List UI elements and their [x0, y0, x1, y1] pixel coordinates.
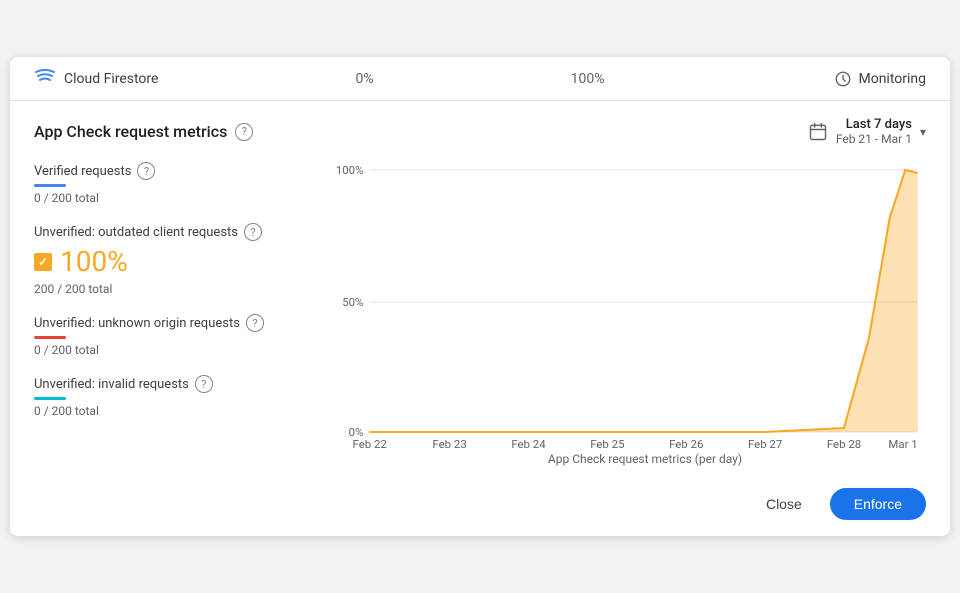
- chart-x-label: App Check request metrics (per day): [324, 448, 926, 468]
- legend-item-title-invalid: Unverified: invalid requests ?: [34, 375, 324, 393]
- date-range-sub: Feb 21 - Mar 1: [836, 132, 912, 146]
- monitoring-label: Monitoring: [858, 71, 926, 87]
- unknown-help-icon[interactable]: ?: [246, 314, 264, 332]
- legend-item-title-verified: Verified requests ?: [34, 162, 324, 180]
- legend-label-invalid: Unverified: invalid requests: [34, 377, 189, 392]
- legend-count-outdated: 200 / 200 total: [34, 282, 324, 296]
- firestore-icon: [34, 67, 56, 90]
- svg-text:50%: 50%: [342, 296, 363, 309]
- legend-line-invalid: [34, 397, 66, 400]
- legend-label-verified: Verified requests: [34, 164, 131, 179]
- monitoring-link[interactable]: Monitoring: [703, 70, 926, 88]
- metrics-help-icon[interactable]: ?: [235, 123, 253, 141]
- outdated-help-icon[interactable]: ?: [244, 223, 262, 241]
- metrics-title-row: App Check request metrics ?: [34, 122, 253, 141]
- chevron-down-icon: ▾: [920, 125, 926, 139]
- svg-text:Mar 1: Mar 1: [888, 438, 917, 448]
- svg-text:0%: 0%: [349, 426, 364, 439]
- legend-count-unknown: 0 / 200 total: [34, 343, 324, 357]
- outdated-pct: 100%: [60, 245, 128, 278]
- svg-text:100%: 100%: [336, 164, 364, 177]
- main-content: App Check request metrics ? Last 7 days …: [10, 101, 950, 476]
- svg-text:Feb 23: Feb 23: [432, 438, 466, 448]
- calendar-icon: [808, 122, 828, 142]
- pct-range: 0% 100%: [257, 71, 703, 87]
- metrics-header: App Check request metrics ? Last 7 days …: [34, 117, 926, 146]
- footer: Close Enforce: [10, 476, 950, 536]
- legend-label-outdated: Unverified: outdated client requests: [34, 225, 238, 240]
- pct-0: 0%: [356, 71, 374, 87]
- clock-icon: [834, 70, 852, 88]
- legend-item-invalid: Unverified: invalid requests ? 0 / 200 t…: [34, 375, 324, 418]
- date-range-text: Last 7 days Feb 21 - Mar 1: [836, 117, 912, 146]
- legend-label-unknown: Unverified: unknown origin requests: [34, 316, 240, 331]
- svg-text:Feb 26: Feb 26: [669, 438, 703, 448]
- legend-pct-row: 100%: [34, 245, 324, 278]
- legend-count-invalid: 0 / 200 total: [34, 404, 324, 418]
- svg-text:Feb 25: Feb 25: [590, 438, 624, 448]
- legend-item-title-unknown: Unverified: unknown origin requests ?: [34, 314, 324, 332]
- date-range-picker[interactable]: Last 7 days Feb 21 - Mar 1 ▾: [808, 117, 926, 146]
- chart-svg: 100% 50% 0%: [324, 158, 926, 448]
- service-name: Cloud Firestore: [64, 71, 158, 87]
- invalid-help-icon[interactable]: ?: [195, 375, 213, 393]
- svg-text:Feb 22: Feb 22: [353, 438, 387, 448]
- pct-100: 100%: [571, 71, 605, 87]
- close-button[interactable]: Close: [750, 488, 818, 520]
- legend-line-unknown: [34, 336, 66, 339]
- chart-container: 100% 50% 0%: [324, 158, 926, 468]
- legend-count-verified: 0 / 200 total: [34, 191, 324, 205]
- svg-text:Feb 28: Feb 28: [827, 438, 861, 448]
- date-range-label: Last 7 days: [846, 117, 912, 132]
- legend-item-outdated: Unverified: outdated client requests ? 1…: [34, 223, 324, 296]
- metrics-title: App Check request metrics: [34, 122, 227, 141]
- legend: Verified requests ? 0 / 200 total Unveri…: [34, 158, 324, 468]
- enforce-button[interactable]: Enforce: [830, 488, 926, 520]
- outdated-checkbox[interactable]: [34, 253, 52, 271]
- svg-text:Feb 27: Feb 27: [748, 438, 782, 448]
- dialog: Cloud Firestore 0% 100% Monitoring App C…: [10, 57, 950, 536]
- chart-area: Verified requests ? 0 / 200 total Unveri…: [34, 158, 926, 468]
- svg-text:Feb 24: Feb 24: [511, 438, 546, 448]
- legend-item-title-outdated: Unverified: outdated client requests ?: [34, 223, 324, 241]
- legend-item-verified: Verified requests ? 0 / 200 total: [34, 162, 324, 205]
- service-info: Cloud Firestore: [34, 67, 257, 90]
- verified-help-icon[interactable]: ?: [137, 162, 155, 180]
- legend-line-verified: [34, 184, 66, 187]
- top-bar: Cloud Firestore 0% 100% Monitoring: [10, 57, 950, 101]
- legend-item-unknown: Unverified: unknown origin requests ? 0 …: [34, 314, 324, 357]
